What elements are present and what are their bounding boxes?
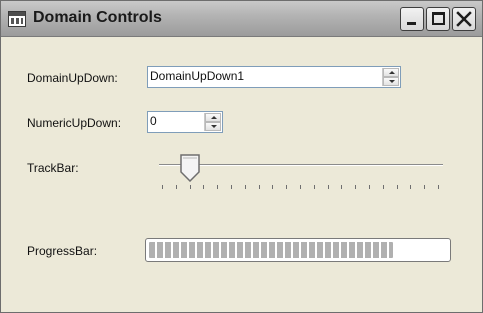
close-button[interactable] [452,7,476,31]
progressbar [145,238,451,262]
trackbar-tick [175,185,177,189]
window-title: Domain Controls [33,9,162,26]
trackbar-channel[interactable] [159,164,443,166]
domain-updown-spinner[interactable] [382,68,399,86]
trackbar-tick [355,185,357,189]
trackbar-tick [327,185,329,189]
trackbar-tick [258,185,260,189]
trackbar-tick [217,185,219,189]
progressbar-label: ProgressBar: [27,244,98,258]
domain-updown-value[interactable]: DomainUpDown1 [150,69,244,83]
domain-updown-up-button[interactable] [383,68,399,77]
trackbar-tick [410,185,412,189]
trackbar-tick [382,185,384,189]
domain-updown[interactable]: DomainUpDown1 [147,66,401,88]
minimize-button[interactable] [400,7,424,31]
progressbar-fill [149,242,393,258]
maximize-button[interactable] [426,7,450,31]
trackbar-tick [244,185,246,189]
trackbar-tick [313,185,315,189]
trackbar-tick [300,185,301,189]
numeric-updown-up-button[interactable] [205,113,221,122]
trackbar-tick [203,185,205,189]
trackbar-tick [286,185,288,189]
trackbar-thumb[interactable] [179,154,200,182]
numeric-updown-label: NumericUpDown: [27,116,122,130]
numeric-updown-spinner[interactable] [204,113,221,131]
trackbar-tick [272,185,274,189]
domain-updown-down-button[interactable] [383,77,399,86]
trackbar-tick [341,185,343,189]
numeric-updown-value[interactable]: 0 [150,114,157,128]
minimize-icon [407,22,416,25]
domain-updown-label: DomainUpDown: [27,71,118,85]
numeric-updown[interactable]: 0 [147,111,223,133]
trackbar-tick [189,185,191,189]
trackbar-tick [438,185,439,189]
close-icon [456,11,472,27]
numeric-updown-down-button[interactable] [205,122,221,131]
domain-controls-window: Domain Controls DomainUpDown: DomainUpDo… [0,0,483,313]
trackbar-tick [231,185,232,189]
trackbar-label: TrackBar: [27,161,79,175]
trackbar-tick [162,185,163,189]
trackbar-tick [424,185,426,189]
trackbar-tick [369,185,370,189]
form-icon[interactable] [8,11,26,27]
title-bar[interactable]: Domain Controls [1,1,482,37]
maximize-icon [432,12,445,25]
trackbar-tick [396,185,398,189]
